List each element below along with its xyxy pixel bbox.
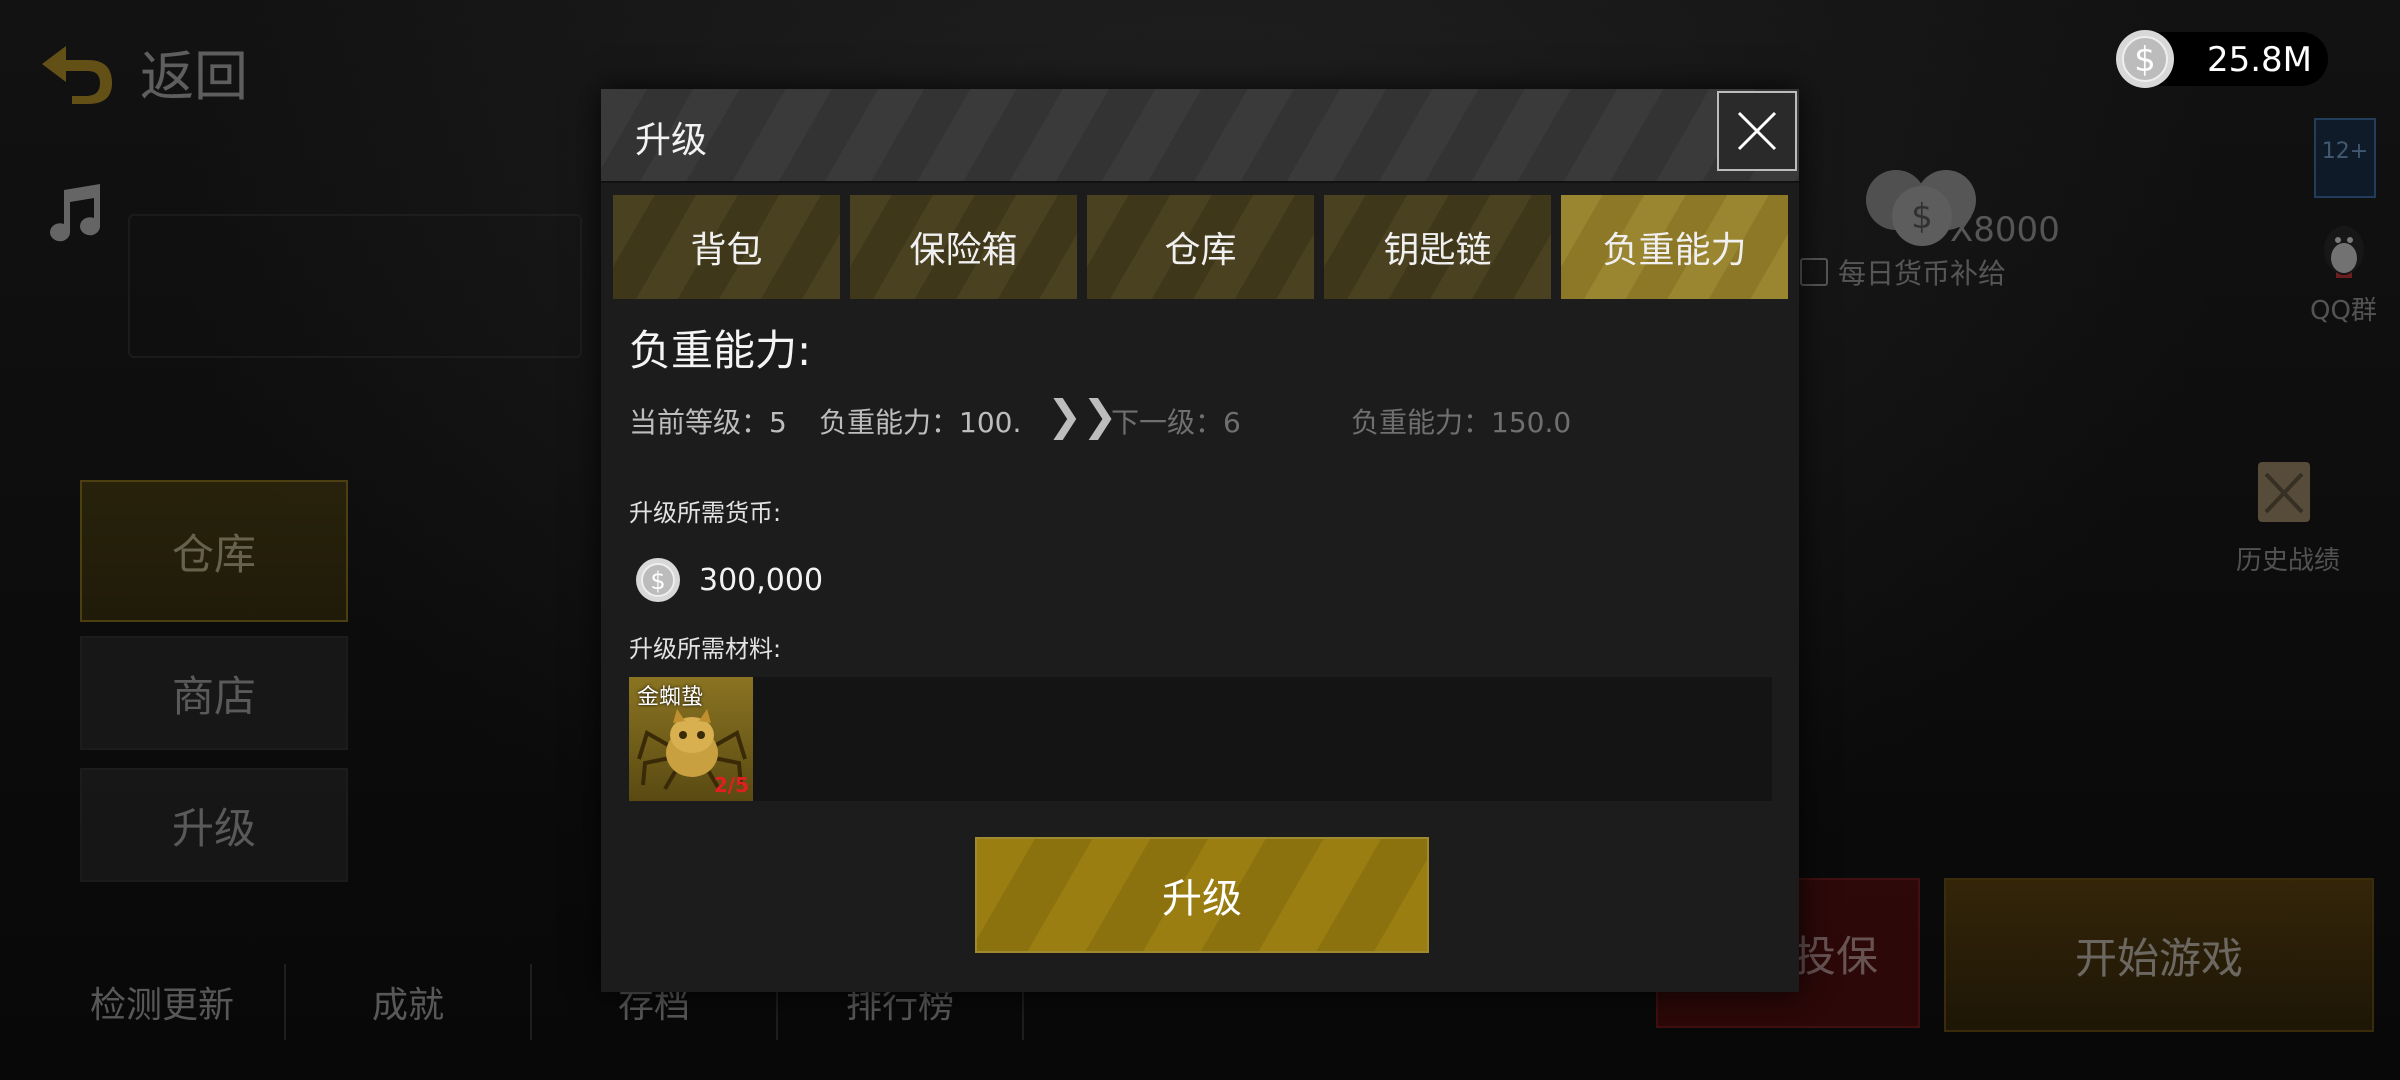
next-level: 下一级：6 xyxy=(1111,406,1241,439)
back-button[interactable]: 返回 xyxy=(36,32,248,111)
side-menu-warehouse[interactable]: 仓库 xyxy=(80,480,348,622)
silver-dollar-coin-icon: $ xyxy=(636,558,680,602)
double-chevron-right-icon: ❯❯ xyxy=(1047,391,1118,440)
start-game-label: 开始游戏 xyxy=(2074,933,2243,983)
tab-warehouse[interactable]: 仓库 xyxy=(1087,195,1314,299)
svg-text:$: $ xyxy=(650,567,665,595)
section-title: 负重能力: xyxy=(629,326,812,375)
start-game-button[interactable]: 开始游戏 xyxy=(1944,878,2374,1032)
side-menu-label: 仓库 xyxy=(171,529,256,579)
check-update-button[interactable]: 检测更新 xyxy=(40,964,286,1040)
back-arrow-icon xyxy=(42,45,112,104)
qq-group-label: QQ群 xyxy=(2310,296,2377,326)
required-currency-label: 升级所需货币: xyxy=(629,499,782,527)
tab-backpack[interactable]: 背包 xyxy=(613,195,840,299)
currency-display: $ 25.8M xyxy=(2116,30,2328,88)
required-material-label: 升级所需材料: xyxy=(629,635,782,663)
dialog-header: 升级 xyxy=(601,89,1799,183)
upgrade-tabs: 背包 保险箱 仓库 钥匙链 负重能力 xyxy=(613,195,1788,299)
next-capacity: 负重能力：150.0 xyxy=(1351,406,1572,439)
age-rating-badge: 12+ xyxy=(2314,118,2376,198)
tab-safe-box[interactable]: 保险箱 xyxy=(850,195,1077,299)
tab-keychain[interactable]: 钥匙链 xyxy=(1324,195,1551,299)
achievements-button[interactable]: 成就 xyxy=(286,964,532,1040)
upgrade-button-label: 升级 xyxy=(1162,876,1242,922)
close-icon xyxy=(1737,111,1777,151)
daily-reward-button[interactable]: 每日货币补给 xyxy=(1800,252,2006,292)
side-panel-frame xyxy=(128,214,582,358)
dialog-title: 升级 xyxy=(635,120,708,161)
material-slot-area: 金蜘蛰 2/5 xyxy=(629,677,1772,801)
cost-row: $ 300,000 xyxy=(635,557,823,603)
current-capacity: 负重能力：100. xyxy=(819,406,1022,439)
cost-value: 300,000 xyxy=(699,562,824,598)
upgrade-button[interactable]: 升级 xyxy=(975,837,1429,953)
svg-text:$: $ xyxy=(2134,40,2156,80)
video-icon xyxy=(1800,258,1828,286)
side-menu-shop[interactable]: 商店 xyxy=(80,636,348,750)
tab-carry-capacity[interactable]: 负重能力 xyxy=(1561,195,1788,299)
upgrade-dialog: 升级 背包 保险箱 仓库 钥匙链 负重能力 负重能力: 当前等级：5 负重能力：… xyxy=(601,89,1799,992)
close-button[interactable] xyxy=(1717,91,1797,171)
back-label: 返回 xyxy=(140,45,248,108)
side-menu-upgrade[interactable]: 升级 xyxy=(80,768,348,882)
material-count: 2/5 xyxy=(713,773,749,797)
history-label: 历史战绩 xyxy=(2236,546,2341,576)
current-level: 当前等级：5 xyxy=(629,406,787,439)
material-name: 金蜘蛰 xyxy=(637,685,704,710)
material-item[interactable]: 金蜘蛰 2/5 xyxy=(629,677,753,801)
svg-text:$: $ xyxy=(1911,197,1933,237)
daily-reward-label: 每日货币补给 xyxy=(1838,257,2007,290)
side-menu-label: 商店 xyxy=(171,671,256,721)
music-note-icon[interactable] xyxy=(46,182,106,244)
daily-reward-amount: X8000 xyxy=(1950,210,2060,250)
insure-label: 投保 xyxy=(1793,931,1878,981)
side-menu-label: 升级 xyxy=(171,803,256,853)
currency-amount: 25.8M xyxy=(2206,40,2312,80)
silver-dollar-coin-icon: $ xyxy=(2116,30,2174,88)
scroll-icon[interactable] xyxy=(2248,456,2320,528)
qq-penguin-icon[interactable] xyxy=(2316,220,2372,284)
